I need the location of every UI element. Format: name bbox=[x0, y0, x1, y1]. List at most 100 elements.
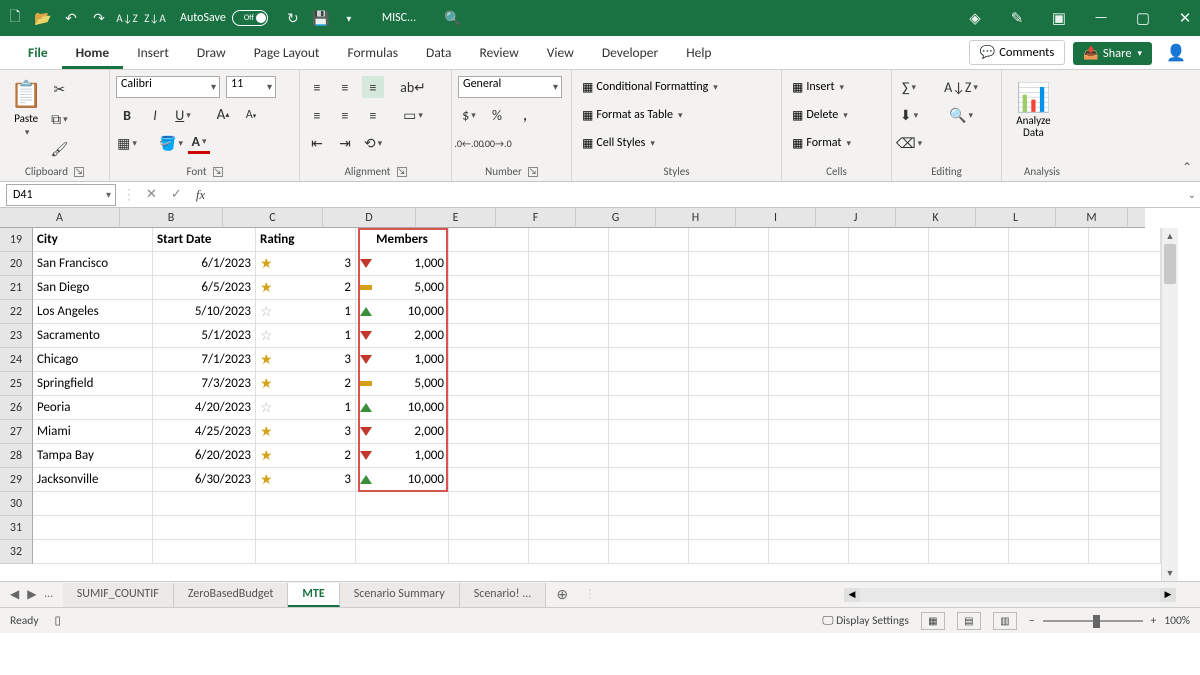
find-select-icon[interactable]: 🔍▾ bbox=[950, 104, 972, 126]
row-header-32[interactable]: 32 bbox=[0, 540, 33, 564]
cell-I28[interactable] bbox=[769, 444, 849, 468]
sheet-nav-more-icon[interactable]: … bbox=[44, 587, 52, 602]
col-header-I[interactable]: I bbox=[736, 208, 816, 228]
merge-icon[interactable]: ▭▾ bbox=[402, 104, 424, 126]
cell-M23[interactable] bbox=[1089, 324, 1161, 348]
cell-C20[interactable]: ★3 bbox=[256, 252, 356, 276]
cell-J24[interactable] bbox=[849, 348, 929, 372]
cell-K30[interactable] bbox=[929, 492, 1009, 516]
cell-J28[interactable] bbox=[849, 444, 929, 468]
fx-icon[interactable]: fx bbox=[196, 187, 205, 203]
comments-button[interactable]: 💬 Comments bbox=[969, 40, 1066, 65]
name-box[interactable]: D41 bbox=[6, 184, 116, 206]
macro-record-icon[interactable]: ▯ bbox=[55, 613, 61, 628]
cell-F20[interactable] bbox=[529, 252, 609, 276]
sheet-nav-prev-icon[interactable]: ◀ bbox=[10, 587, 19, 602]
cut-icon[interactable]: ✂ bbox=[48, 78, 70, 100]
font-name-combo[interactable]: Calibri bbox=[116, 76, 220, 98]
coming-soon-icon[interactable]: ✎ bbox=[1008, 9, 1026, 27]
cell-F29[interactable] bbox=[529, 468, 609, 492]
cell-B29[interactable]: 6/30/2023 bbox=[153, 468, 256, 492]
wrap-text-icon[interactable]: ab↵ bbox=[402, 76, 424, 98]
cell-B27[interactable]: 4/25/2023 bbox=[153, 420, 256, 444]
orientation-icon[interactable]: ⟲▾ bbox=[362, 132, 384, 154]
cell-G28[interactable] bbox=[609, 444, 689, 468]
cell-H25[interactable] bbox=[689, 372, 769, 396]
cell-C21[interactable]: ★2 bbox=[256, 276, 356, 300]
hscroll-left-icon[interactable]: ◀ bbox=[844, 588, 860, 602]
col-header-M[interactable]: M bbox=[1056, 208, 1128, 228]
paste-button[interactable]: 📋 Paste ▾ bbox=[6, 76, 46, 140]
share-button[interactable]: 📤 Share ▾ bbox=[1073, 42, 1152, 65]
cell-M28[interactable] bbox=[1089, 444, 1161, 468]
cell-L22[interactable] bbox=[1009, 300, 1089, 324]
col-header-E[interactable]: E bbox=[416, 208, 496, 228]
cell-J21[interactable] bbox=[849, 276, 929, 300]
fill-icon[interactable]: ⬇▾ bbox=[898, 104, 920, 126]
cell-M29[interactable] bbox=[1089, 468, 1161, 492]
cell-I26[interactable] bbox=[769, 396, 849, 420]
cell-B19[interactable]: Start Date bbox=[153, 228, 256, 252]
cell-J23[interactable] bbox=[849, 324, 929, 348]
cell-A30[interactable] bbox=[33, 492, 153, 516]
cell-G23[interactable] bbox=[609, 324, 689, 348]
cell-G24[interactable] bbox=[609, 348, 689, 372]
collapse-ribbon-icon[interactable]: ⌃ bbox=[1182, 160, 1192, 175]
vertical-scrollbar[interactable]: ▲ ▼ bbox=[1161, 228, 1178, 581]
cell-I22[interactable] bbox=[769, 300, 849, 324]
cell-D23[interactable]: 2,000 bbox=[356, 324, 449, 348]
number-format-combo[interactable]: General bbox=[458, 76, 562, 98]
inc-decimal-icon[interactable]: .0←.00 bbox=[458, 132, 480, 154]
cell-G19[interactable] bbox=[609, 228, 689, 252]
cell-A20[interactable]: San Francisco bbox=[33, 252, 153, 276]
cell-B25[interactable]: 7/3/2023 bbox=[153, 372, 256, 396]
align-bottom-icon[interactable]: ≡ bbox=[362, 76, 384, 98]
cell-I24[interactable] bbox=[769, 348, 849, 372]
cell-F22[interactable] bbox=[529, 300, 609, 324]
cell-C24[interactable]: ★3 bbox=[256, 348, 356, 372]
cell-K31[interactable] bbox=[929, 516, 1009, 540]
cell-B30[interactable] bbox=[153, 492, 256, 516]
bold-button[interactable]: B bbox=[116, 104, 138, 126]
tab-help[interactable]: Help bbox=[672, 36, 725, 69]
row-header-23[interactable]: 23 bbox=[0, 324, 33, 348]
cell-M26[interactable] bbox=[1089, 396, 1161, 420]
cell-D31[interactable] bbox=[356, 516, 449, 540]
scroll-up-icon[interactable]: ▲ bbox=[1162, 228, 1178, 244]
indent-dec-icon[interactable]: ⇤ bbox=[306, 132, 328, 154]
cell-L21[interactable] bbox=[1009, 276, 1089, 300]
row-header-22[interactable]: 22 bbox=[0, 300, 33, 324]
cell-K21[interactable] bbox=[929, 276, 1009, 300]
percent-icon[interactable]: % bbox=[486, 104, 508, 126]
cell-H27[interactable] bbox=[689, 420, 769, 444]
cell-A22[interactable]: Los Angeles bbox=[33, 300, 153, 324]
copy-icon[interactable]: ⧉▾ bbox=[48, 108, 70, 130]
zoom-level[interactable]: 100% bbox=[1164, 614, 1190, 628]
cell-K26[interactable] bbox=[929, 396, 1009, 420]
cell-H30[interactable] bbox=[689, 492, 769, 516]
refresh-icon[interactable]: ↻ bbox=[284, 9, 302, 27]
cell-F32[interactable] bbox=[529, 540, 609, 564]
cell-A26[interactable]: Peoria bbox=[33, 396, 153, 420]
cell-L32[interactable] bbox=[1009, 540, 1089, 564]
clipboard-dialog-icon[interactable]: ↘ bbox=[74, 167, 84, 177]
cell-H32[interactable] bbox=[689, 540, 769, 564]
cell-M19[interactable] bbox=[1089, 228, 1161, 252]
cell-K32[interactable] bbox=[929, 540, 1009, 564]
col-header-C[interactable]: C bbox=[223, 208, 323, 228]
cell-D27[interactable]: 2,000 bbox=[356, 420, 449, 444]
cell-D20[interactable]: 1,000 bbox=[356, 252, 449, 276]
tab-view[interactable]: View bbox=[533, 36, 588, 69]
cell-I29[interactable] bbox=[769, 468, 849, 492]
window-minimize-icon[interactable]: — bbox=[1092, 9, 1110, 27]
cell-L19[interactable] bbox=[1009, 228, 1089, 252]
cell-E31[interactable] bbox=[449, 516, 529, 540]
row-header-26[interactable]: 26 bbox=[0, 396, 33, 420]
cell-D32[interactable] bbox=[356, 540, 449, 564]
cell-H28[interactable] bbox=[689, 444, 769, 468]
sheet-tab-mte[interactable]: MTE bbox=[288, 583, 339, 607]
cell-J25[interactable] bbox=[849, 372, 929, 396]
cell-M32[interactable] bbox=[1089, 540, 1161, 564]
sort-asc-icon[interactable]: A↓Z bbox=[118, 9, 136, 27]
cell-J32[interactable] bbox=[849, 540, 929, 564]
